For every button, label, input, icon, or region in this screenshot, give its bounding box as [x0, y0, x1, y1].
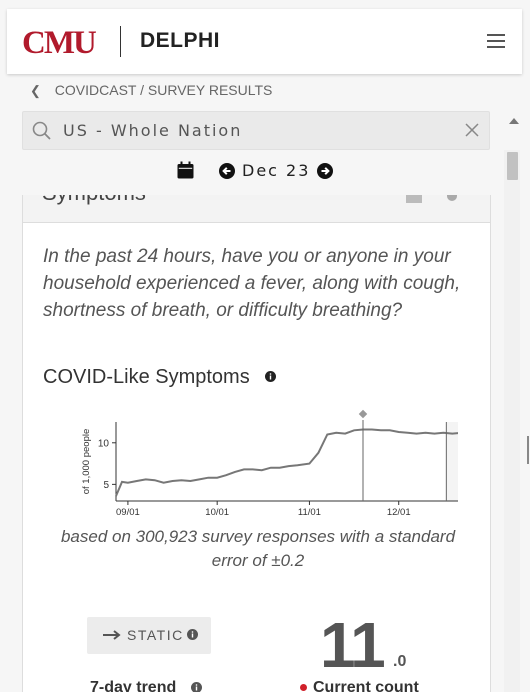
calendar-icon[interactable] — [177, 161, 194, 179]
series-line — [115, 428, 458, 497]
current-value-decimal: .0 — [393, 653, 407, 670]
info-icon[interactable] — [447, 195, 457, 201]
x-tick-label: 12/01 — [387, 507, 411, 518]
current-marker-dot — [300, 684, 307, 692]
search-input[interactable] — [63, 112, 443, 149]
scrollbar-thumb[interactable] — [507, 152, 518, 180]
trend-static-label: STATIC — [127, 627, 184, 643]
signal-card: Symptoms In the past 24 hours, have you … — [22, 195, 491, 692]
delphi-logo[interactable]: DELPHI — [140, 29, 220, 53]
search-icon — [32, 121, 51, 140]
info-icon[interactable] — [187, 629, 198, 640]
breadcrumb-current: SURVEY RESULTS — [147, 82, 273, 98]
x-tick-label: 09/01 — [116, 507, 140, 518]
x-tick-label: 11/01 — [298, 507, 321, 518]
cmu-logo[interactable]: CMU — [22, 25, 97, 62]
info-icon[interactable] — [265, 371, 277, 383]
current-count-text: Current count — [313, 679, 419, 692]
app-header: CMU DELPHI — [7, 9, 522, 74]
breadcrumb-link-covidcast[interactable]: COVIDCAST — [55, 82, 136, 98]
annotation-marker — [358, 409, 368, 419]
survey-question: In the past 24 hours, have you or anyone… — [43, 246, 461, 321]
current-date[interactable]: Dec 23 — [242, 161, 310, 180]
symptoms-line-chart[interactable]: 10 5 09/01 10/01 11/01 12/01 of 1,000 people — [58, 408, 458, 523]
arrow-left-circle-icon[interactable] — [219, 163, 235, 179]
current-value: 11 — [320, 609, 386, 681]
y-tick-label: 10 — [98, 438, 110, 449]
card-title: Symptoms — [42, 195, 146, 206]
x-tick-label: 10/01 — [205, 507, 229, 518]
current-count-label: Current count — [300, 679, 419, 692]
clear-icon[interactable] — [463, 121, 481, 139]
card-header: Symptoms — [23, 195, 490, 223]
y-tick-label: 5 — [103, 480, 109, 491]
arrow-right-icon — [103, 630, 121, 640]
chart-title-text: COVID-Like Symptoms — [43, 366, 250, 388]
breadcrumb-separator: / — [140, 82, 145, 98]
date-navigator: Dec 23 — [0, 158, 508, 184]
location-search — [22, 111, 490, 150]
table-icon[interactable] — [406, 195, 422, 203]
chevron-left-icon[interactable]: ❮ — [30, 83, 41, 99]
info-icon[interactable] — [190, 682, 202, 692]
trend-static-button[interactable]: STATIC — [87, 617, 211, 654]
breadcrumb: ❮ COVIDCAST / SURVEY RESULTS — [30, 82, 272, 99]
trend-label-text: 7-day trend — [90, 679, 177, 692]
scrollbar-track[interactable] — [504, 150, 520, 692]
logo-divider — [120, 26, 121, 57]
scroll-up-arrow-icon[interactable] — [509, 118, 519, 124]
resize-handle[interactable] — [527, 436, 529, 464]
y-axis-label: of 1,000 people — [81, 429, 92, 495]
chart-title: COVID-Like Symptoms — [43, 366, 277, 389]
chart-caption: based on 300,923 survey responses with a… — [60, 527, 456, 570]
hamburger-menu-icon[interactable] — [487, 34, 505, 48]
trend-label: 7-day trend — [90, 679, 202, 692]
arrow-right-circle-icon[interactable] — [317, 163, 333, 179]
